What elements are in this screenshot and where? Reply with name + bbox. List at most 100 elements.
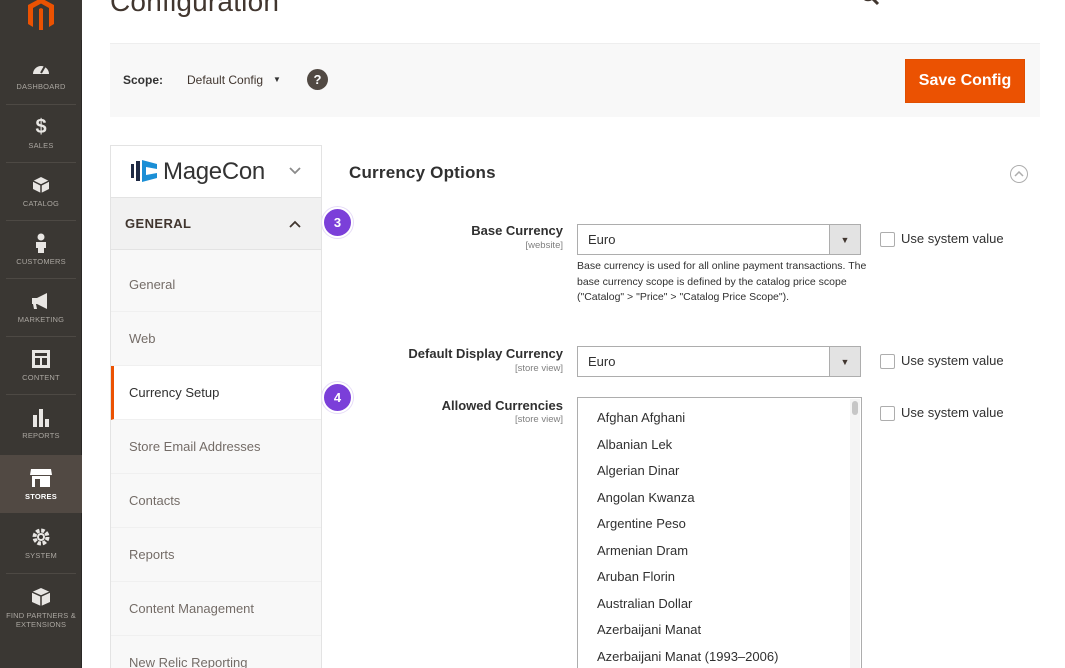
use-system-checkbox[interactable] bbox=[880, 406, 895, 421]
collapse-toggle-icon[interactable] bbox=[1010, 165, 1028, 183]
scope-bar: Scope: Default Config ▼ ? Save Config bbox=[110, 43, 1040, 117]
list-scrollbar-thumb[interactable] bbox=[852, 401, 858, 415]
menu-item-customers[interactable]: CUSTOMERS bbox=[0, 220, 82, 278]
magento-logo[interactable] bbox=[0, 0, 82, 40]
use-system-checkbox[interactable] bbox=[880, 232, 895, 247]
account-menu-icon[interactable] bbox=[961, 0, 981, 6]
use-system-checkbox[interactable] bbox=[880, 354, 895, 369]
menu-item-label: FIND PARTNERS & EXTENSIONS bbox=[6, 610, 76, 629]
list-item[interactable]: Albanian Lek bbox=[597, 437, 672, 452]
megaphone-icon bbox=[30, 290, 52, 312]
menu-item-marketing[interactable]: MARKETING bbox=[0, 278, 82, 336]
base-currency-select[interactable]: Euro ▼ bbox=[577, 224, 861, 255]
menu-item-catalog[interactable]: CATALOG bbox=[0, 162, 82, 220]
use-system-label: Use system value bbox=[901, 231, 1004, 246]
search-icon[interactable] bbox=[860, 0, 880, 6]
base-currency-comment: Base currency is used for all online pay… bbox=[577, 260, 867, 303]
nav-item-contacts[interactable]: Contacts bbox=[111, 474, 321, 528]
list-item[interactable]: Azerbaijani Manat bbox=[597, 622, 701, 637]
menu-item-content[interactable]: CONTENT bbox=[0, 336, 82, 394]
menu-item-label: CUSTOMERS bbox=[16, 257, 66, 266]
nav-item-label: Contacts bbox=[129, 493, 181, 508]
brand-tab-header[interactable]: MageCon bbox=[111, 146, 321, 198]
nav-item-reports[interactable]: Reports bbox=[111, 528, 321, 582]
menu-item-label: REPORTS bbox=[22, 431, 60, 440]
menu-item-label: CATALOG bbox=[22, 199, 60, 208]
menu-item-stores[interactable]: STORES bbox=[0, 455, 82, 513]
field-scope-default-display-currency: [store view] bbox=[514, 363, 563, 374]
header-actions bbox=[860, 0, 990, 10]
scope-label: Scope: bbox=[123, 73, 164, 87]
chevron-up-icon[interactable] bbox=[289, 215, 301, 231]
dashboard-icon bbox=[30, 57, 52, 79]
magecon-logo-icon bbox=[131, 160, 157, 182]
store-icon bbox=[30, 467, 52, 489]
caret-down-icon[interactable]: ▼ bbox=[829, 225, 860, 254]
notifications-icon[interactable] bbox=[912, 0, 942, 6]
menu-item-label: MARKETING bbox=[17, 315, 65, 324]
nav-item-label: Currency Setup bbox=[129, 385, 220, 400]
list-item[interactable]: Argentine Peso bbox=[597, 516, 686, 531]
menu-item-sales[interactable]: $ SALES bbox=[0, 104, 82, 162]
nav-item-label: New Relic Reporting bbox=[129, 655, 248, 668]
chevron-down-icon[interactable] bbox=[289, 162, 301, 178]
box-icon bbox=[30, 586, 52, 608]
nav-item-new-relic-reporting[interactable]: New Relic Reporting bbox=[111, 636, 321, 668]
save-config-button[interactable]: Save Config bbox=[905, 59, 1025, 103]
list-item[interactable]: Australian Dollar bbox=[597, 596, 692, 611]
list-item[interactable]: Algerian Dinar bbox=[597, 463, 679, 478]
field-label-allowed-currencies: Allowed Currencies bbox=[441, 398, 563, 413]
app-frame: DASHBOARD $ SALES CATALOG CUSTOMERS MARK… bbox=[0, 0, 1065, 668]
nav-item-general[interactable]: General bbox=[111, 258, 321, 312]
field-scope-base-currency: [website] bbox=[525, 240, 564, 251]
caret-down-icon[interactable]: ▼ bbox=[829, 347, 860, 376]
allowed-currencies-multiselect[interactable]: Afghan Afghani Albanian Lek Algerian Din… bbox=[577, 397, 862, 668]
config-tabs: MageCon GENERAL General Web Currency Set… bbox=[110, 145, 322, 668]
cube-icon bbox=[30, 174, 52, 196]
default-display-currency-select[interactable]: Euro ▼ bbox=[577, 346, 861, 377]
content-icon bbox=[30, 348, 52, 370]
bar-chart-icon bbox=[30, 406, 52, 428]
nav-item-currency-setup[interactable]: Currency Setup bbox=[111, 366, 321, 420]
nav-item-label: Content Management bbox=[129, 601, 255, 616]
nav-item-label: Web bbox=[129, 331, 156, 346]
select-value: Euro bbox=[588, 232, 616, 247]
menu-item-label: DASHBOARD bbox=[16, 82, 66, 91]
menu-item-label: STORES bbox=[25, 492, 57, 501]
caret-down-icon[interactable]: ▼ bbox=[273, 75, 281, 84]
nav-item-web[interactable]: Web bbox=[111, 312, 321, 366]
nav-item-label: Store Email Addresses bbox=[129, 439, 261, 454]
nav-item-store-email-addresses[interactable]: Store Email Addresses bbox=[111, 420, 321, 474]
menu-item-system[interactable]: SYSTEM bbox=[0, 514, 82, 572]
list-item[interactable]: Armenian Dram bbox=[597, 543, 688, 558]
nav-item-label: Reports bbox=[129, 547, 175, 562]
field-scope-allowed-currencies: [store view] bbox=[514, 414, 563, 425]
select-value: Euro bbox=[588, 354, 616, 369]
section-general-label: GENERAL bbox=[125, 216, 192, 231]
page-title: Configuration bbox=[110, 0, 280, 17]
magento-logo-icon bbox=[28, 0, 54, 30]
brand-name: MageCon bbox=[163, 158, 265, 185]
menu-item-label: SALES bbox=[28, 141, 54, 150]
scope-switcher[interactable]: Default Config bbox=[187, 73, 263, 87]
use-system-label: Use system value bbox=[901, 405, 1004, 420]
section-title[interactable]: Currency Options bbox=[349, 163, 496, 183]
menu-item-label: SYSTEM bbox=[24, 551, 58, 560]
menu-divider bbox=[6, 573, 76, 574]
help-icon[interactable]: ? bbox=[307, 69, 328, 90]
use-system-label: Use system value bbox=[901, 353, 1004, 368]
menu-item-reports[interactable]: REPORTS bbox=[0, 394, 82, 452]
menu-item-dashboard[interactable]: DASHBOARD bbox=[0, 45, 82, 103]
dollar-icon: $ bbox=[35, 115, 47, 138]
list-scrollbar[interactable] bbox=[850, 399, 860, 668]
list-item[interactable]: Azerbaijani Manat (1993–2006) bbox=[597, 649, 778, 664]
list-item[interactable]: Afghan Afghani bbox=[597, 410, 685, 425]
person-icon bbox=[30, 232, 52, 254]
menu-item-label: CONTENT bbox=[22, 373, 60, 382]
nav-item-content-management[interactable]: Content Management bbox=[111, 582, 321, 636]
list-item[interactable]: Angolan Kwanza bbox=[597, 490, 695, 505]
gear-icon bbox=[30, 526, 52, 548]
list-item[interactable]: Aruban Florin bbox=[597, 569, 675, 584]
section-general[interactable]: GENERAL bbox=[111, 198, 321, 250]
menu-item-find-partners[interactable]: FIND PARTNERS & EXTENSIONS bbox=[0, 576, 82, 638]
